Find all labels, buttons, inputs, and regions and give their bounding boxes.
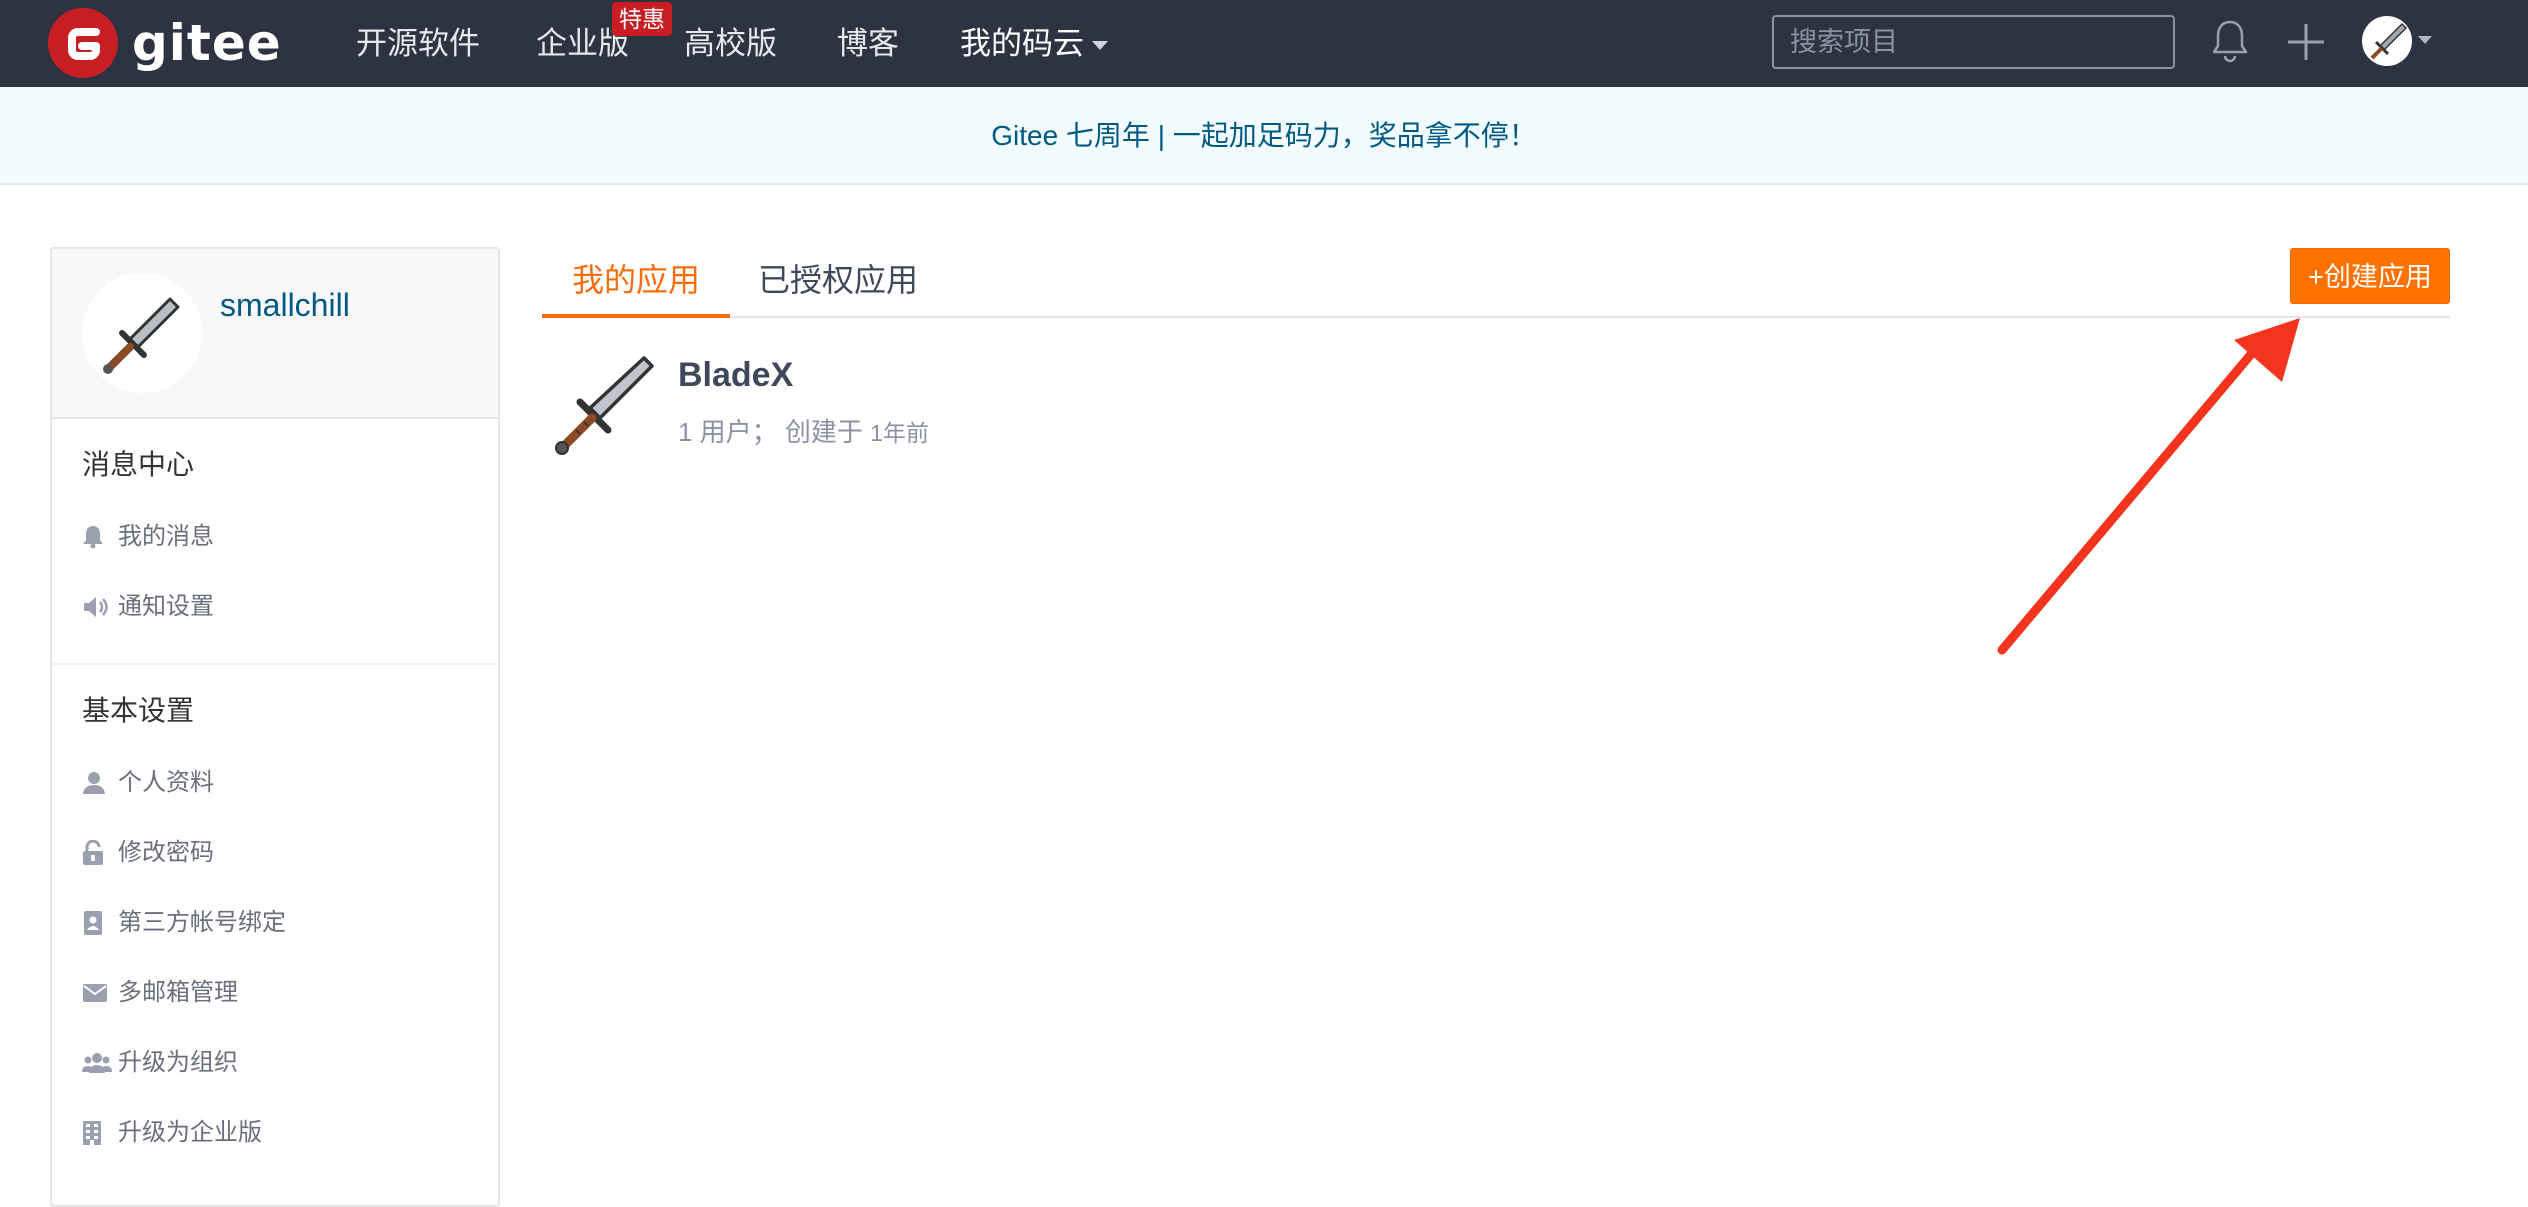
app-created-prefix: 创建于 xyxy=(784,417,863,447)
nav-blog[interactable]: 博客 xyxy=(837,0,899,87)
app-sword-icon[interactable] xyxy=(548,350,658,460)
sidebar-item-label: 第三方帐号绑定 xyxy=(118,909,286,936)
building-icon xyxy=(82,1120,118,1146)
app-user-count: 1 用户； xyxy=(678,417,778,447)
profile-avatar[interactable] xyxy=(82,273,202,393)
sidebar-item-label: 升级为组织 xyxy=(118,1049,238,1076)
anniversary-banner[interactable]: Gitee 七周年 | 一起加足码力，奖品拿不停！ xyxy=(0,87,2528,185)
search-input[interactable] xyxy=(1772,15,2175,69)
sidebar-item-label: 多邮箱管理 xyxy=(118,979,238,1006)
sidebar-item-label: 通知设置 xyxy=(118,593,214,620)
nav-my-gitee-label: 我的码云 xyxy=(960,26,1084,61)
bell-icon[interactable] xyxy=(2212,18,2248,71)
sidebar-item-label: 个人资料 xyxy=(118,769,214,796)
bell-icon xyxy=(82,525,118,549)
sidebar-divider xyxy=(52,663,498,665)
tab-my-apps[interactable]: 我的应用 xyxy=(542,248,731,318)
app-name[interactable]: BladeX xyxy=(678,356,793,395)
sidebar-item-third-party-binding[interactable]: 第三方帐号绑定 xyxy=(82,903,286,943)
sidebar-item-label: 修改密码 xyxy=(118,839,214,866)
section-title-basic-settings: 基本设置 xyxy=(82,695,195,726)
app-meta: 1 用户； 创建于 1年前 xyxy=(678,412,929,449)
sidebar-item-upgrade-enterprise[interactable]: 升级为企业版 xyxy=(82,1113,262,1153)
sidebar-item-profile[interactable]: 个人资料 xyxy=(82,763,214,803)
user-avatar[interactable] xyxy=(2362,16,2412,66)
sidebar-item-change-password[interactable]: 修改密码 xyxy=(82,833,214,873)
nav-university[interactable]: 高校版 xyxy=(684,0,777,87)
sidebar-item-label: 升级为企业版 xyxy=(118,1119,262,1146)
contact-book-icon xyxy=(82,910,118,936)
sidebar-item-notification-settings[interactable]: 通知设置 xyxy=(82,587,214,627)
brand-name: gitee xyxy=(132,14,282,72)
user-icon xyxy=(82,771,118,795)
chevron-down-icon xyxy=(1092,41,1108,51)
profile-card: smallchill xyxy=(52,249,498,419)
profile-username[interactable]: smallchill xyxy=(220,287,350,324)
top-navbar: gitee 开源软件 企业版 特惠 高校版 博客 我的码云 xyxy=(0,0,2528,87)
envelope-icon xyxy=(82,983,118,1003)
settings-sidebar: smallchill 消息中心 我的消息 通知设置 基本设置 个人资料 修改密码… xyxy=(50,247,500,1207)
unlock-icon xyxy=(82,840,118,866)
sidebar-item-upgrade-organization[interactable]: 升级为组织 xyxy=(82,1043,238,1083)
speaker-icon xyxy=(82,595,118,619)
app-created-time: 1年前 xyxy=(870,420,929,446)
sidebar-item-label: 我的消息 xyxy=(118,523,214,550)
app-tabs: 我的应用 已授权应用 xyxy=(542,248,2450,318)
tab-authorized-apps[interactable]: 已授权应用 xyxy=(728,248,948,318)
gitee-logo[interactable]: gitee xyxy=(48,8,282,78)
plus-icon[interactable] xyxy=(2286,22,2326,67)
annotation-arrow-icon xyxy=(1997,318,2300,655)
create-app-button[interactable]: +创建应用 xyxy=(2290,248,2450,304)
avatar-chevron-down-icon[interactable] xyxy=(2418,36,2432,44)
sidebar-item-email-management[interactable]: 多邮箱管理 xyxy=(82,973,238,1013)
nav-open-source[interactable]: 开源软件 xyxy=(356,0,480,87)
enterprise-promo-badge: 特惠 xyxy=(612,2,672,36)
banner-text[interactable]: Gitee 七周年 | 一起加足码力，奖品拿不停！ xyxy=(991,120,1537,151)
nav-my-gitee[interactable]: 我的码云 xyxy=(960,0,1108,87)
sidebar-item-my-messages[interactable]: 我的消息 xyxy=(82,517,214,557)
section-title-messages: 消息中心 xyxy=(82,449,195,480)
gitee-logo-icon xyxy=(48,8,118,78)
users-icon xyxy=(82,1052,118,1074)
